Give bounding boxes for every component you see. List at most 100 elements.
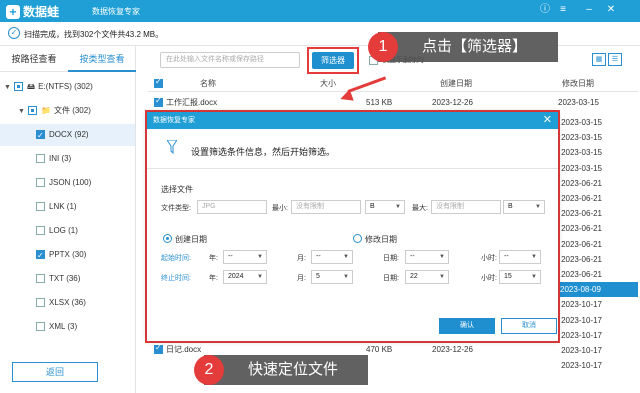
month-label: 月: (297, 275, 306, 282)
tree-item-label: XLSX (36) (49, 298, 86, 307)
tree-checkbox[interactable] (36, 178, 45, 188)
help-icon[interactable]: ⓘ (538, 3, 552, 17)
tree-item[interactable]: JSON (100) (0, 172, 135, 194)
minimize-icon[interactable]: – (582, 3, 596, 17)
end-year-select[interactable]: 2024 ▼ (223, 270, 267, 284)
max-size-label: 最大: (412, 205, 428, 212)
cancel-button[interactable]: 取消 (501, 318, 557, 334)
end-hour-select[interactable]: 15 ▼ (499, 270, 541, 284)
chevron-down-icon: ▼ (439, 274, 445, 280)
hour-label: 小时: (481, 275, 497, 282)
search-input[interactable]: 在此处输入文件名称或保存路径 (160, 52, 300, 68)
start-year-select[interactable]: -- ▼ (223, 250, 267, 264)
tree-item[interactable]: XML (3) (0, 316, 135, 338)
tree-item[interactable]: INI (3) (0, 148, 135, 170)
header-modified[interactable]: 修改日期 (562, 76, 594, 92)
file-modified: 2023-03-15 (561, 133, 602, 143)
dialog-hint: 设置筛选条件信息，然后开始筛选。 (191, 147, 336, 157)
back-button[interactable]: 返回 (12, 362, 98, 382)
tree-item-label: E:(NTFS) (302) (38, 82, 93, 91)
end-month-select[interactable]: 5 ▼ (311, 270, 353, 284)
tree-checkbox[interactable] (36, 202, 45, 212)
select-all-checkbox[interactable] (152, 74, 167, 92)
tree-item[interactable]: TXT (36) (0, 268, 135, 290)
created-date-radio[interactable] (163, 234, 172, 243)
tree-item[interactable]: PPTX (30) (0, 244, 135, 267)
grid-view-icon[interactable]: ▦ (592, 53, 606, 66)
tab-by-path[interactable]: 按路径查看 (0, 46, 68, 72)
tree-checkbox[interactable] (36, 298, 45, 308)
dialog-close-icon[interactable]: ✕ (543, 112, 552, 129)
modified-date-label: 修改日期 (365, 235, 397, 244)
callout-click-filter: 1 点击【筛选器】 (368, 32, 558, 62)
start-hour-value: -- (504, 253, 509, 260)
file-modified: 2023-03-15 (561, 148, 602, 158)
min-unit-select[interactable]: B ▼ (365, 200, 405, 214)
file-type-input[interactable]: JPG (197, 200, 267, 214)
view-tabs: 按路径查看 按类型查看 (0, 46, 136, 72)
tree-checkbox[interactable] (36, 125, 45, 147)
tree-item[interactable]: ▼ 📁 文件 (302) (0, 100, 135, 122)
table-row[interactable]: 工作汇报.docx 513 KB 2023-12-26 2023-03-15 (148, 93, 638, 110)
expand-toggle-icon[interactable]: ▼ (18, 101, 26, 123)
row-checkbox[interactable] (154, 340, 163, 355)
step-number: 2 (194, 355, 224, 385)
tree-checkbox[interactable] (36, 226, 45, 236)
end-hour-value: 15 (504, 273, 512, 280)
tab-by-type[interactable]: 按类型查看 (68, 46, 136, 72)
menu-icon[interactable]: ≡ (556, 3, 570, 17)
chevron-down-icon: ▼ (257, 254, 263, 260)
file-modified: 2023-08-09 (552, 282, 638, 298)
header-size[interactable]: 大小 (320, 76, 336, 92)
tree-checkbox[interactable] (14, 82, 23, 92)
tree-checkbox[interactable] (36, 245, 45, 267)
file-modified: 2023-10-17 (561, 315, 602, 325)
callout-text: 快速定位文件 (248, 361, 339, 378)
tree-item[interactable]: LNK (1) (0, 196, 135, 218)
chevron-down-icon: ▼ (343, 254, 349, 260)
app-subtitle: 数据恢复专家 (92, 7, 140, 16)
start-month-select[interactable]: -- ▼ (311, 250, 353, 264)
start-year-value: -- (228, 253, 233, 260)
app-name: 数据蛙 (23, 5, 60, 19)
chevron-down-icon: ▼ (439, 254, 445, 260)
tree-checkbox[interactable] (36, 154, 45, 164)
tree-checkbox[interactable] (36, 274, 45, 284)
max-size-input[interactable]: 没有限制 (431, 200, 501, 214)
file-modified: 2023-10-17 (561, 300, 602, 310)
callout-locate-files: 2 快速定位文件 (194, 355, 368, 385)
list-view-icon[interactable]: ☰ (608, 53, 622, 66)
min-size-input[interactable]: 没有限制 (291, 200, 361, 214)
year-label: 年: (209, 255, 218, 262)
max-unit-select[interactable]: B ▼ (503, 200, 545, 214)
tree-item[interactable]: DOCX (92) (0, 124, 135, 147)
file-modified: 2023-10-17 (561, 361, 602, 371)
start-time-label: 起始时间: (161, 255, 191, 262)
file-modified: 2023-03-15 (561, 118, 602, 127)
tree-item[interactable]: XLSX (36) (0, 292, 135, 314)
chevron-down-icon: ▼ (395, 204, 401, 210)
end-month-value: 5 (316, 273, 320, 280)
end-day-select[interactable]: 22 ▼ (405, 270, 449, 284)
file-name: 日记.docx (166, 345, 202, 354)
confirm-button[interactable]: 确认 (439, 318, 495, 334)
end-year-value: 2024 (228, 273, 244, 280)
tree-item[interactable]: LOG (1) (0, 220, 135, 242)
expand-toggle-icon[interactable]: ▼ (4, 77, 12, 99)
header-created[interactable]: 创建日期 (440, 76, 472, 92)
file-name: 工作汇报.docx (166, 98, 218, 107)
file-modified: 2023-10-17 (561, 330, 602, 340)
tree-checkbox[interactable] (28, 106, 37, 116)
close-icon[interactable]: ✕ (604, 3, 618, 17)
header-name[interactable]: 名称 (200, 76, 216, 92)
chevron-down-icon: ▼ (531, 254, 537, 260)
section-select-file: 选择文件 (161, 185, 193, 194)
tree-item[interactable]: ▼ 🖴 E:(NTFS) (302) (0, 76, 135, 98)
tree-item-label: DOCX (92) (49, 130, 89, 139)
start-day-select[interactable]: -- ▼ (405, 250, 449, 264)
modified-date-radio[interactable] (353, 234, 362, 243)
tree-checkbox[interactable] (36, 322, 45, 332)
start-hour-select[interactable]: -- ▼ (499, 250, 541, 264)
row-checkbox[interactable] (154, 93, 163, 108)
file-created: 2023-12-26 (432, 98, 473, 107)
